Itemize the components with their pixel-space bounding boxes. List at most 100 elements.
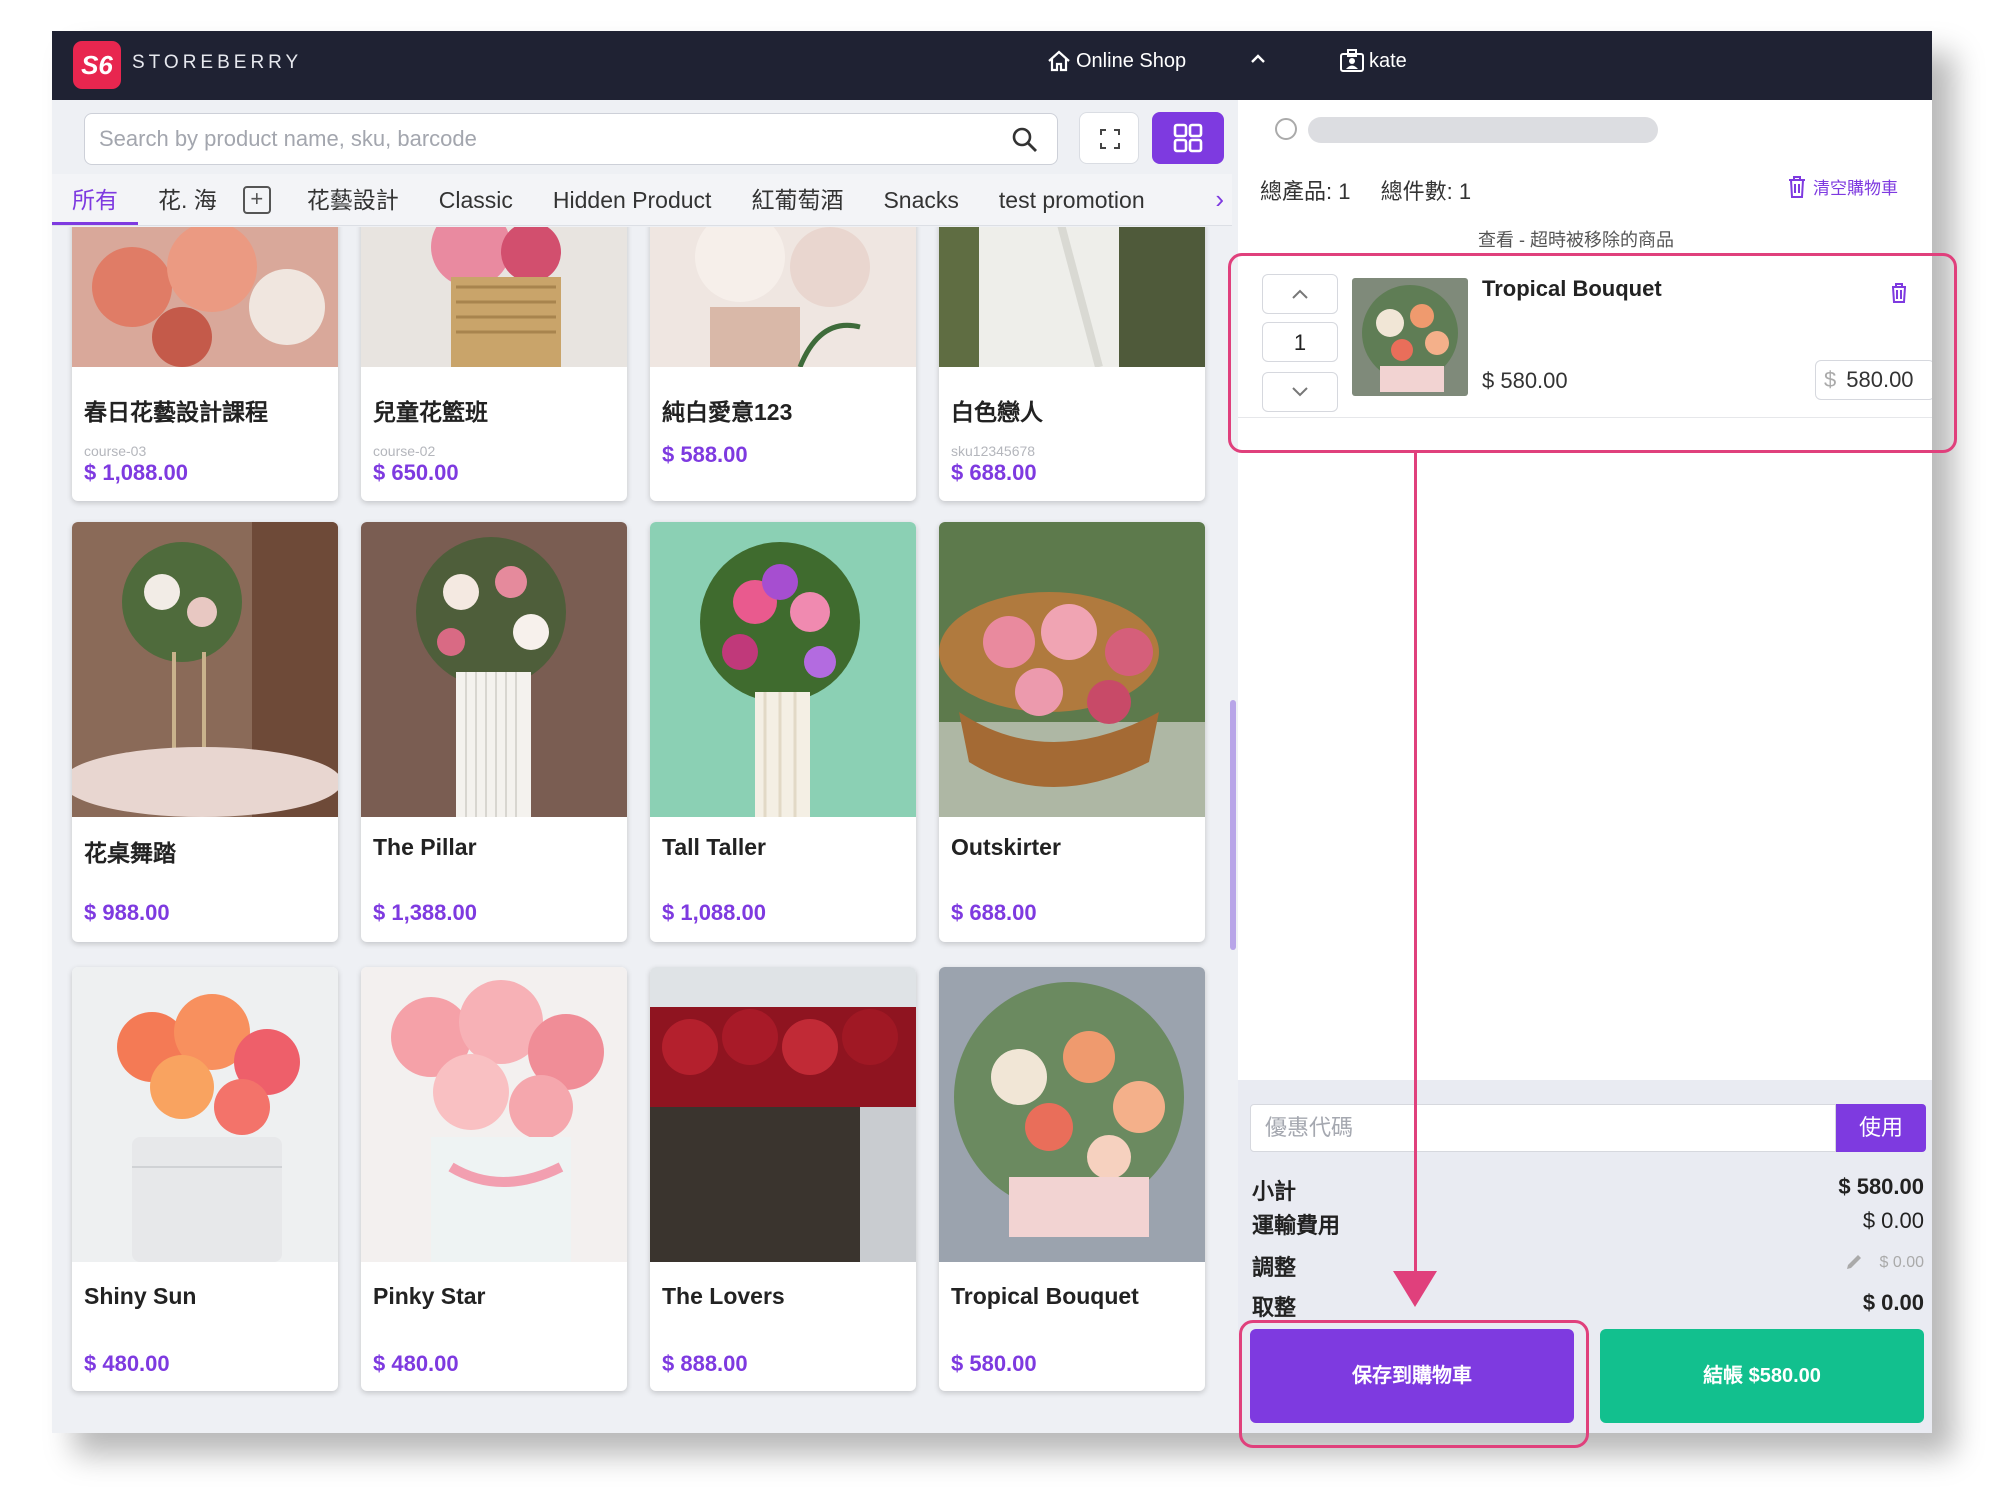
product-card[interactable]: 白色戀人 sku12345678 $ 688.00 [939,227,1205,501]
product-card[interactable]: 春日花藝設計課程 course-03 $ 1,088.00 [72,227,338,501]
product-card[interactable]: Pinky Star $ 480.00 [361,967,627,1391]
tab-test-promotion[interactable]: test promotion [979,174,1165,225]
product-image [939,522,1205,817]
product-price: $ 650.00 [373,460,459,485]
storeberry-logo: S6 [73,41,121,89]
product-name: 白色戀人 [951,399,1043,425]
product-area: 所有 花. 海 + 花藝設計 Classic Hidden Product 紅葡… [52,100,1236,1433]
product-image [650,227,916,367]
apply-coupon-button[interactable]: 使用 [1836,1104,1926,1152]
fullscreen-button[interactable] [1079,112,1139,164]
checkout-button[interactable]: 結帳 $580.00 [1600,1329,1924,1423]
pencil-icon[interactable] [1844,1252,1864,1272]
product-image [650,522,916,817]
product-card[interactable]: Shiny Sun $ 480.00 [72,967,338,1391]
product-sku: course-02 [373,443,436,459]
product-image [650,967,916,1262]
product-image [939,967,1205,1262]
product-sku: sku12345678 [951,443,1036,459]
grid-icon [1173,123,1203,153]
product-image [72,967,338,1262]
product-card[interactable]: The Lovers $ 888.00 [650,967,916,1391]
product-grid: 春日花藝設計課程 course-03 $ 1,088.00 兒童花籃班 cour… [52,227,1232,1433]
annotation-arrow-head [1393,1271,1437,1307]
product-image [72,227,338,367]
removed-items-link[interactable]: 查看 - 超時被移除的商品 [1478,226,1674,252]
product-name: Pinky Star [373,1283,486,1309]
product-name: The Pillar [373,834,477,860]
save-button-highlight [1239,1320,1589,1448]
online-shop-link[interactable]: Online Shop [1046,49,1186,73]
add-category-icon[interactable]: + [242,185,271,214]
tab-flower-sea[interactable]: 花. 海 [138,174,237,225]
product-price: $ 588.00 [662,442,748,467]
total-products: 總產品: 1 [1260,179,1351,204]
product-image [361,227,627,367]
rounding-value: $ 0.00 [1862,1290,1924,1315]
product-card[interactable]: The Pillar $ 1,388.00 [361,522,627,942]
subtotal-value: $ 580.00 [1838,1174,1924,1199]
search-box[interactable] [84,113,1058,165]
product-name: 純白愛意123 [662,399,793,425]
tab-red-wine[interactable]: 紅葡萄酒 [731,174,863,225]
product-scrollbar[interactable] [1230,700,1236,950]
product-card[interactable]: Tall Taller $ 1,088.00 [650,522,916,942]
search-input[interactable] [99,124,999,154]
product-price: $ 988.00 [84,900,170,925]
coupon-box[interactable] [1250,1104,1836,1152]
rounding-row: 取整 $ 0.00 [1252,1290,1924,1322]
product-price: $ 1,088.00 [662,900,766,925]
tab-hidden-product[interactable]: Hidden Product [533,174,732,225]
product-name: 春日花藝設計課程 [84,399,268,425]
chevron-up-icon[interactable] [1248,49,1268,75]
brand-name: STOREBERRY [132,52,303,73]
product-name: The Lovers [662,1283,785,1309]
user-menu[interactable]: kate [1339,49,1407,73]
subtotal-label: 小計 [1252,1179,1297,1204]
search-icon[interactable] [1011,126,1039,154]
product-image [939,227,1205,367]
tab-classic[interactable]: Classic [419,174,533,225]
product-image [361,522,627,817]
top-bar: S6 STOREBERRY Online Shop kate [52,31,1932,100]
tab-snacks[interactable]: Snacks [863,174,978,225]
shipping-value: $ 0.00 [1862,1208,1924,1233]
chevron-right-icon[interactable]: › [1215,184,1224,215]
product-price: $ 580.00 [951,1351,1037,1376]
home-icon [1048,50,1070,72]
user-badge-icon [1340,49,1364,72]
product-price: $ 1,388.00 [373,900,477,925]
product-price: $ 888.00 [662,1351,748,1376]
product-card[interactable]: Tropical Bouquet $ 580.00 [939,967,1205,1391]
product-sku: course-03 [84,443,147,459]
product-name: 花桌舞踏 [84,840,176,866]
product-card[interactable]: Outskirter $ 688.00 [939,522,1205,942]
product-price: $ 688.00 [951,460,1037,485]
customer-select[interactable] [1308,117,1658,143]
trash-icon [1789,175,1805,198]
cart-summary: 總產品: 1 總件數: 1 [1260,174,1495,206]
product-price: $ 480.00 [84,1351,170,1376]
product-card[interactable]: 花桌舞踏 $ 988.00 [72,522,338,942]
tab-floral-design[interactable]: 花藝設計 [287,174,419,225]
product-name: Outskirter [951,834,1061,860]
product-price: $ 688.00 [951,900,1037,925]
clear-cart-label: 清空購物車 [1813,179,1898,198]
adjustment-label: 調整 [1252,1255,1297,1280]
clear-cart-button[interactable]: 清空購物車 [1787,174,1898,199]
product-card[interactable]: 純白愛意123 $ 588.00 [650,227,916,501]
customer-icon[interactable] [1275,118,1297,140]
product-image [361,967,627,1262]
tab-all[interactable]: 所有 [52,174,138,225]
cart-item-highlight [1228,253,1957,453]
product-name: Shiny Sun [84,1283,197,1309]
product-image [72,522,338,817]
product-name: 兒童花籃班 [373,399,488,425]
product-card[interactable]: 兒童花籃班 course-02 $ 650.00 [361,227,627,501]
grid-view-button[interactable] [1152,112,1224,164]
total-items: 總件數: 1 [1380,179,1472,204]
product-name: Tropical Bouquet [951,1283,1139,1309]
fullscreen-icon [1100,129,1120,149]
category-tabs: 所有 花. 海 + 花藝設計 Classic Hidden Product 紅葡… [52,174,1232,226]
coupon-input[interactable] [1265,1113,1815,1143]
